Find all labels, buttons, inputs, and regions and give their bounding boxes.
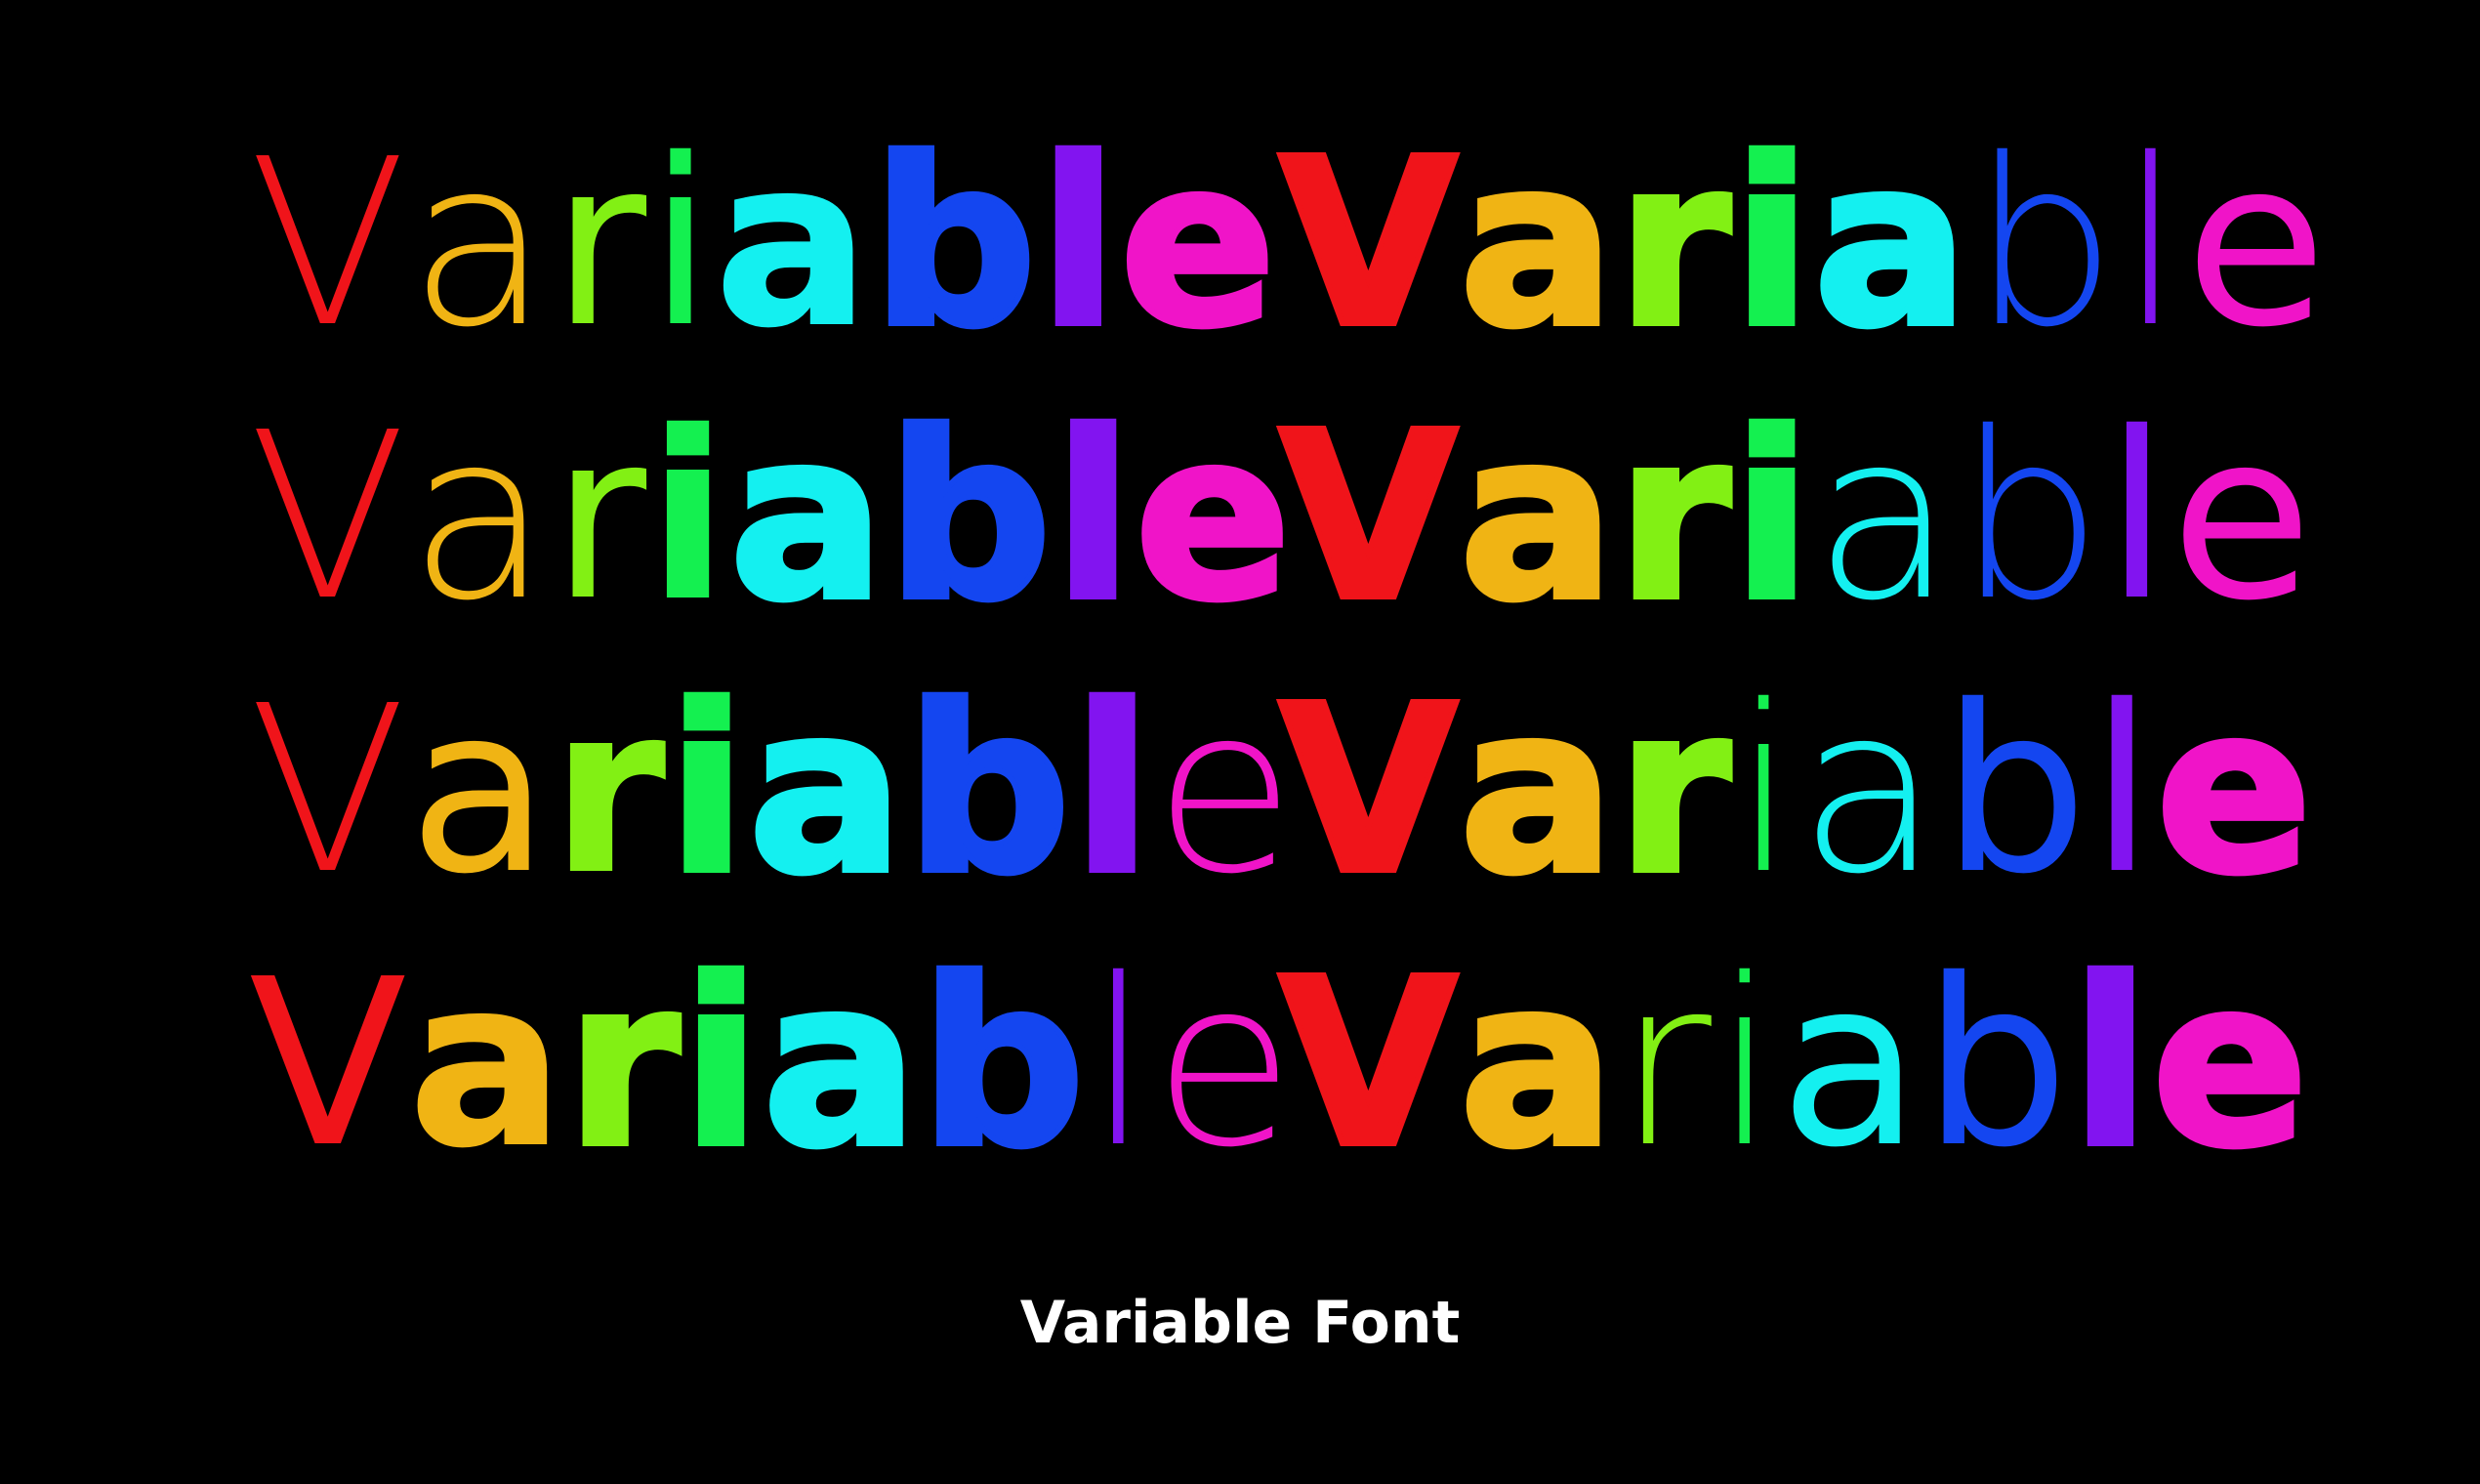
letter-b: b xyxy=(884,383,1054,651)
letter-v: V xyxy=(249,383,409,651)
letter-a: a xyxy=(1457,383,1618,651)
letter-e: e xyxy=(2149,929,2311,1198)
letter-a: a xyxy=(407,929,566,1198)
caption-title: Variable Font xyxy=(1019,1289,1461,1357)
letter-a: a xyxy=(1779,929,1923,1198)
letter-i: i xyxy=(1729,383,1814,651)
letter-v: V xyxy=(249,109,409,378)
letter-r: r xyxy=(552,383,649,651)
letter-l: l xyxy=(2068,929,2153,1198)
letter-a: a xyxy=(1798,656,1942,925)
letter-l: l xyxy=(1070,656,1155,925)
letter-a: a xyxy=(1457,656,1618,925)
letter-l: l xyxy=(1036,109,1121,378)
letter-e: e xyxy=(1153,656,1298,925)
variable-font-specimen: Variable Variable Variable Variable Vari… xyxy=(0,0,2480,1484)
letter-e: e xyxy=(2170,383,2315,651)
letter-v: V xyxy=(1276,383,1461,651)
letter-a: a xyxy=(1457,929,1618,1198)
letter-b: b xyxy=(1941,656,2090,925)
letter-i: i xyxy=(1732,656,1798,925)
letter-a: a xyxy=(408,656,553,925)
letter-l: l xyxy=(2089,656,2156,925)
letter-b: b xyxy=(917,929,1088,1198)
letter-r: r xyxy=(1616,929,1714,1198)
letter-r: r xyxy=(1614,109,1733,378)
letter-i: i xyxy=(647,383,730,651)
letter-a: a xyxy=(745,656,906,925)
letter-i: i xyxy=(648,109,715,378)
row-1-word-1: Variable xyxy=(249,109,1279,378)
letter-l: l xyxy=(1087,929,1153,1198)
row-3-word-2: Variable xyxy=(1276,656,2315,925)
letter-r: r xyxy=(563,929,682,1198)
letter-e: e xyxy=(1132,383,1294,651)
letter-a: a xyxy=(1810,109,1971,378)
letter-r: r xyxy=(552,109,649,378)
row-1-word-2: Variable xyxy=(1276,109,2330,378)
letter-a: a xyxy=(726,383,888,651)
letter-i: i xyxy=(664,656,749,925)
letter-a: a xyxy=(408,109,553,378)
letter-l: l xyxy=(1051,383,1136,651)
row-4-word-1: Variable xyxy=(249,929,1297,1198)
letter-e: e xyxy=(1117,109,1279,378)
letter-a: a xyxy=(408,383,553,651)
letter-a: a xyxy=(1457,109,1618,378)
letter-b: b xyxy=(1922,929,2071,1198)
letter-i: i xyxy=(1729,109,1814,378)
letter-b: b xyxy=(1970,109,2120,378)
letter-e: e xyxy=(2153,656,2315,925)
letter-r: r xyxy=(1614,383,1733,651)
letter-v: V xyxy=(1276,929,1461,1198)
letter-i: i xyxy=(679,929,764,1198)
letter-v: V xyxy=(249,656,409,925)
row-2-word-2: Variable xyxy=(1276,383,2315,651)
letter-b: b xyxy=(869,109,1040,378)
letter-l: l xyxy=(2104,383,2171,651)
letter-e: e xyxy=(1152,929,1297,1198)
letter-r: r xyxy=(551,656,668,925)
letter-r: r xyxy=(1614,656,1733,925)
row-4-word-2: Variable xyxy=(1276,929,2311,1198)
letter-b: b xyxy=(1956,383,2105,651)
letter-b: b xyxy=(903,656,1074,925)
letter-e: e xyxy=(2184,109,2330,378)
letter-a: a xyxy=(1813,383,1957,651)
row-3-word-1: Variable xyxy=(249,656,1298,925)
row-2-word-1: Variable xyxy=(249,383,1294,651)
letter-v: V xyxy=(1276,656,1461,925)
letter-a: a xyxy=(714,109,872,378)
letter-l: l xyxy=(2119,109,2185,378)
letter-v: V xyxy=(1276,109,1461,378)
letter-v: V xyxy=(249,929,409,1198)
letter-i: i xyxy=(1713,929,1780,1198)
letter-a: a xyxy=(760,929,921,1198)
